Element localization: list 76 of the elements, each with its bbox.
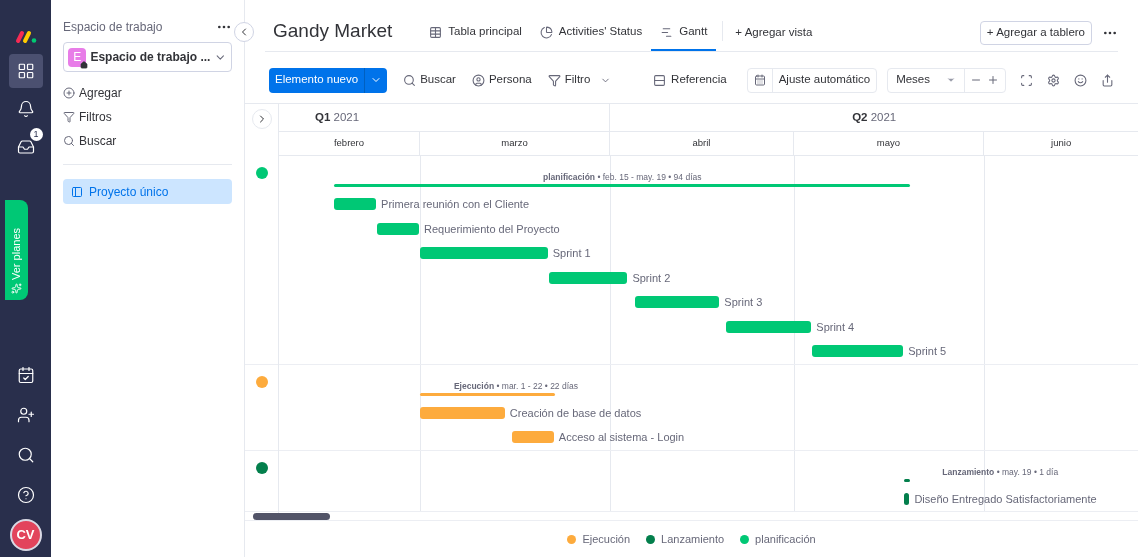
month-header: mayo <box>793 132 984 155</box>
search-icon <box>403 73 417 87</box>
grid-button[interactable] <box>8 54 43 88</box>
task-label: Creación de base de datos <box>509 405 642 421</box>
task-label: Sprint 5 <box>908 344 947 359</box>
chevron-down-icon <box>946 75 956 85</box>
sidebar-action[interactable]: Filtros <box>63 108 232 126</box>
user-avatar[interactable]: CV <box>9 519 42 551</box>
sidebar-action[interactable]: Buscar <box>63 132 232 150</box>
reference-button[interactable]: Referencia <box>653 67 727 93</box>
new-item-button[interactable]: Elemento nuevo <box>269 67 388 93</box>
filter-icon <box>63 111 75 123</box>
settings-icon[interactable] <box>1047 73 1060 87</box>
auto-fit-button[interactable]: Ajuste automático <box>746 67 878 93</box>
legend-label: Lanzamiento <box>661 531 725 547</box>
rows-icon <box>653 73 667 87</box>
sidebar-action[interactable]: Agregar <box>63 84 232 102</box>
add-icon <box>63 87 75 99</box>
task-label: Primera reunión con el Cliente <box>381 197 530 212</box>
group-summary: Ejecución • mar. 1 - 22 • 22 días <box>453 379 578 393</box>
group-timeline-bar <box>904 478 911 482</box>
notification-badge: 1 <box>29 128 43 141</box>
month-header: abril <box>610 132 794 155</box>
month-header: junio <box>1049 136 1073 151</box>
smiley-icon[interactable] <box>1074 73 1087 87</box>
month-header: febrero <box>279 132 420 155</box>
zoom-in-icon[interactable] <box>987 74 999 86</box>
board-icon <box>71 185 83 198</box>
add-person-icon <box>16 406 35 424</box>
person-icon <box>471 73 485 87</box>
filter-icon <box>547 73 561 87</box>
board-item[interactable]: Proyecto único <box>63 179 232 204</box>
group-summary: Lanzamiento • may. 19 • 1 día <box>942 465 1059 479</box>
month-header: marzo <box>420 132 610 155</box>
grid-icon <box>16 62 35 80</box>
fullscreen-icon[interactable] <box>1020 73 1033 87</box>
task-label: Diseño Entregado Satisfactoriamente <box>914 491 1097 507</box>
task-label: Acceso al sistema - Login <box>558 430 685 445</box>
toolbar-button[interactable]: Filtro <box>547 67 612 93</box>
legend-label: planificación <box>755 531 816 547</box>
logo[interactable] <box>14 30 37 44</box>
add-view-link[interactable]: + Agregar vista <box>729 15 819 51</box>
quarter-header: Q2 2021 <box>851 109 898 125</box>
scrollbar-thumb[interactable] <box>253 513 330 520</box>
sidebar-title: Espacio de trabajo <box>63 19 163 36</box>
inbox-icon <box>16 138 35 156</box>
task-label: Sprint 2 <box>632 270 671 286</box>
view-tab[interactable]: Activities' Status <box>530 15 652 51</box>
add-to-board-button[interactable]: + Agregar a tablero <box>979 21 1092 45</box>
bell-icon <box>16 100 35 118</box>
group-summary: planificación • feb. 15 - may. 19 • 94 días <box>543 171 702 184</box>
toolbar-button[interactable]: Persona <box>471 67 532 93</box>
calendar-icon <box>753 74 766 86</box>
pie-chart-icon <box>539 25 553 39</box>
task-label: Sprint 3 <box>724 295 763 310</box>
task-bar[interactable] <box>904 492 910 505</box>
task-label: Requerimiento del Proyecto <box>424 221 560 237</box>
view-tab[interactable]: Tabla principal <box>420 15 531 51</box>
gantt-icon <box>660 25 674 39</box>
task-label: Sprint 4 <box>816 319 855 335</box>
help-icon <box>16 486 35 504</box>
toolbar-button[interactable]: Buscar <box>403 67 456 93</box>
workspace-dropdown[interactable]: E Espacio de trabajo ... <box>63 42 232 72</box>
inbox-button[interactable]: 1 <box>8 130 43 164</box>
share-icon[interactable] <box>1101 73 1114 87</box>
search-icon <box>16 446 35 464</box>
workspace-avatar: E <box>68 47 87 67</box>
calendar-check-icon <box>16 366 35 384</box>
board-title: Gandy Market <box>273 18 393 43</box>
quarter-header: Q1 2021 <box>279 104 610 131</box>
sparkle-icon <box>11 283 22 294</box>
search-icon <box>63 135 75 147</box>
legend-label: Ejecución <box>582 531 631 547</box>
task-label: Sprint 1 <box>552 246 591 261</box>
table-icon <box>429 25 443 39</box>
view-tab[interactable]: Gantt <box>651 15 717 51</box>
